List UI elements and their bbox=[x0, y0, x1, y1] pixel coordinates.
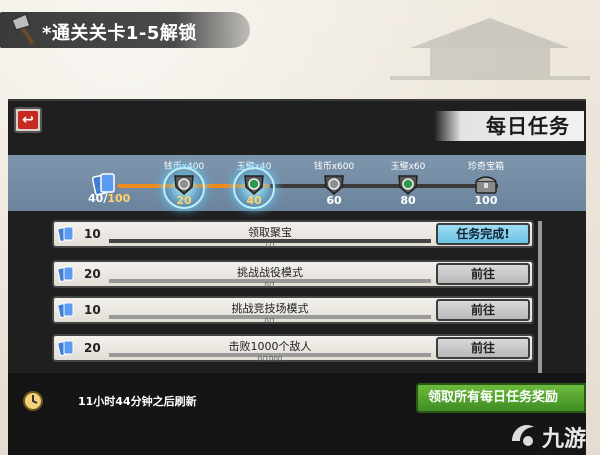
watermark: 九游 bbox=[506, 417, 596, 452]
task-progress-text: 1/1 bbox=[264, 241, 276, 249]
task-row: 20 击败1000个敌人 0/1000 前往 bbox=[52, 334, 534, 363]
activity-points-counter: 40/100 bbox=[88, 192, 131, 205]
task-reward-points: 20 bbox=[84, 341, 101, 355]
task-progress-text: 0/1 bbox=[264, 281, 276, 289]
silver-coin-shield-icon bbox=[324, 175, 344, 195]
clock-icon bbox=[23, 391, 43, 411]
silver-coin-shield-icon bbox=[174, 175, 194, 195]
task-card-icon bbox=[58, 302, 74, 318]
watermark-text: 九游 bbox=[542, 427, 587, 452]
milestone-reward-label: 珍奇宝箱 bbox=[467, 162, 504, 172]
milestone-3[interactable]: 钱币x600 60 bbox=[304, 159, 364, 211]
task-complete-button[interactable]: 任务完成! bbox=[436, 223, 530, 245]
task-progress-text: 0/1 bbox=[264, 317, 276, 325]
milestone-4[interactable]: 玉璧x60 80 bbox=[378, 159, 438, 211]
activity-points-current: 40 bbox=[88, 192, 104, 205]
task-reward-points: 10 bbox=[84, 227, 101, 241]
task-card-icon bbox=[58, 340, 74, 356]
refresh-timer: 11小时44分钟之后刷新 bbox=[78, 395, 197, 408]
task-name: 领取聚宝 bbox=[248, 226, 292, 239]
task-row: 20 挑战战役模式 0/1 前往 bbox=[52, 260, 534, 289]
treasure-chest-icon bbox=[475, 176, 497, 194]
activity-points-max: 100 bbox=[107, 192, 131, 205]
caption-text: *通关关卡1-5解锁 bbox=[42, 23, 197, 44]
unlock-caption: *通关关卡1-5解锁 bbox=[0, 8, 250, 52]
back-arrow-icon: ↩ bbox=[18, 111, 38, 129]
milestone-threshold: 80 bbox=[400, 194, 416, 207]
milestone-reward-label: 玉璧x60 bbox=[390, 162, 426, 172]
task-row: 10 挑战竞技场模式 0/1 前往 bbox=[52, 296, 534, 325]
milestone-reward-label: 钱币x600 bbox=[313, 162, 355, 172]
panel-footer: 11小时44分钟之后刷新 领取所有每日任务奖励 bbox=[8, 373, 586, 455]
claim-all-rewards-button[interactable]: 领取所有每日任务奖励 bbox=[416, 383, 586, 413]
back-button[interactable]: ↩ bbox=[14, 107, 42, 133]
task-name: 挑战竞技场模式 bbox=[231, 302, 309, 315]
task-go-button[interactable]: 前往 bbox=[436, 299, 530, 321]
milestone-threshold: 100 bbox=[474, 194, 498, 207]
task-row: 10 领取聚宝 1/1 任务完成! bbox=[52, 220, 534, 249]
milestone-5[interactable]: 珍奇宝箱 100 bbox=[456, 159, 516, 211]
task-reward-points: 10 bbox=[84, 303, 101, 317]
task-name: 击败1000个敌人 bbox=[228, 340, 312, 353]
jade-shield-icon bbox=[244, 175, 264, 195]
panel-title: 每日任务 bbox=[434, 111, 584, 141]
task-progress-text: 0/1000 bbox=[257, 355, 283, 363]
task-card-icon bbox=[58, 266, 74, 282]
milestone-1[interactable]: 钱币x40020 bbox=[154, 159, 214, 211]
milestone-threshold: 20 bbox=[176, 194, 192, 207]
task-card-icon bbox=[58, 226, 74, 242]
daily-tasks-panel: ↩ 每日任务 40/100 钱币x40020玉璧x4040 钱币x600 60 玉璧x… bbox=[8, 99, 586, 455]
milestone-threshold: 60 bbox=[326, 194, 342, 207]
nine-game-logo-icon bbox=[512, 424, 534, 446]
axe-icon bbox=[11, 12, 35, 45]
milestone-threshold: 40 bbox=[246, 194, 262, 207]
milestone-2[interactable]: 玉璧x4040 bbox=[224, 159, 284, 211]
task-name: 挑战战役模式 bbox=[237, 266, 303, 279]
task-go-button[interactable]: 前往 bbox=[436, 263, 530, 285]
task-reward-points: 20 bbox=[84, 267, 101, 281]
jade-shield-icon bbox=[398, 175, 418, 195]
ink-pagoda-decoration bbox=[390, 18, 590, 80]
task-go-button[interactable]: 前往 bbox=[436, 337, 530, 359]
